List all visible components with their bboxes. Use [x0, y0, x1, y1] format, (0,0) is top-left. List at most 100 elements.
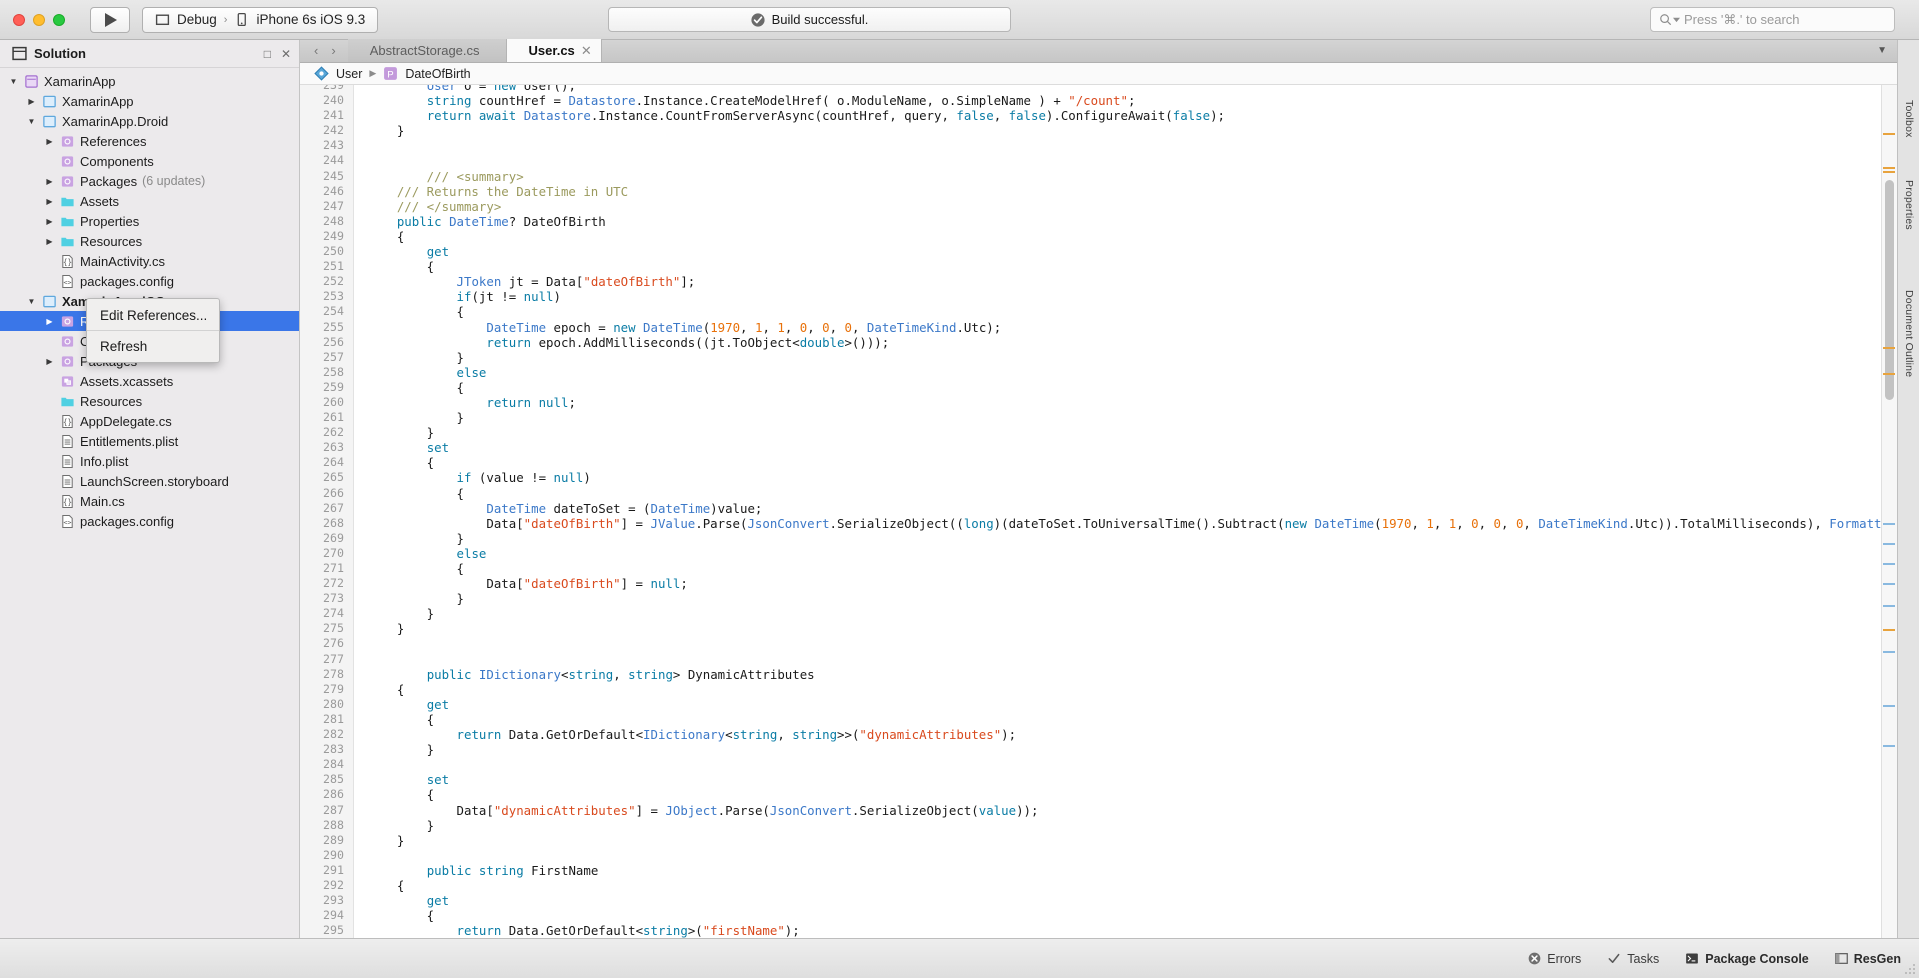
twisty-collapsed-icon[interactable]: ▶ — [44, 217, 55, 226]
twisty-collapsed-icon[interactable]: ▶ — [44, 137, 55, 146]
code-line[interactable]: 282 return Data.GetOrDefault<IDictionary… — [300, 727, 1897, 742]
tree-item-xamarinapp-droid[interactable]: ▼ XamarinApp.Droid — [0, 111, 299, 131]
code-line[interactable]: 277 — [300, 652, 1897, 667]
tree-item-packages-config[interactable]: <> packages.config — [0, 271, 299, 291]
code-line[interactable]: 241 return await Datastore.Instance.Coun… — [300, 108, 1897, 123]
tree-item-assets[interactable]: ▶ Assets — [0, 191, 299, 211]
pad-tab-toolbox[interactable]: Toolbox — [1901, 100, 1917, 138]
menu-item-refresh[interactable]: Refresh — [87, 334, 219, 358]
status-resgen[interactable]: ResGen — [1834, 952, 1901, 966]
context-menu[interactable]: Edit References... Refresh — [86, 298, 220, 363]
code-content[interactable]: 239 User o = new User(); 240 string count… — [300, 85, 1897, 938]
code-line[interactable]: 286 { — [300, 787, 1897, 802]
tree-item-launchscreen-storyboard[interactable]: LaunchScreen.storyboard — [0, 471, 299, 491]
scrollbar-thumb[interactable] — [1885, 180, 1894, 400]
tab-overflow-chevron-down-icon[interactable]: ▼ — [1877, 45, 1887, 56]
code-line[interactable]: 250 get — [300, 244, 1897, 259]
code-line[interactable]: 252 JToken jt = Data["dateOfBirth"]; — [300, 274, 1897, 289]
code-line[interactable]: 260 return null; — [300, 395, 1897, 410]
code-editor[interactable]: 239 User o = new User(); 240 string count… — [300, 85, 1897, 938]
status-tasks[interactable]: Tasks — [1607, 952, 1659, 966]
code-line[interactable]: 246 /// Returns the DateTime in UTC — [300, 184, 1897, 199]
minimize-pad-icon[interactable]: □ — [264, 47, 271, 61]
code-line[interactable]: 254 { — [300, 304, 1897, 319]
code-line[interactable]: 274 } — [300, 606, 1897, 621]
code-line[interactable]: 256 return epoch.AddMilliseconds((jt.ToO… — [300, 335, 1897, 350]
code-line[interactable]: 270 else — [300, 546, 1897, 561]
twisty-collapsed-icon[interactable]: ▶ — [44, 317, 55, 326]
tree-item-entitlements-plist[interactable]: Entitlements.plist — [0, 431, 299, 451]
pad-tab-document-outline[interactable]: Document Outline — [1901, 290, 1917, 377]
code-line[interactable]: 244 — [300, 153, 1897, 168]
code-line[interactable]: 290 — [300, 848, 1897, 863]
code-line[interactable]: 247 /// </summary> — [300, 199, 1897, 214]
code-line[interactable]: 281 { — [300, 712, 1897, 727]
code-line[interactable]: 275 } — [300, 621, 1897, 636]
zoom-window-button[interactable] — [53, 13, 65, 26]
code-line[interactable]: 248 public DateTime? DateOfBirth — [300, 214, 1897, 229]
code-line[interactable]: 273 } — [300, 591, 1897, 606]
code-line[interactable]: 240 string countHref = Datastore.Instanc… — [300, 93, 1897, 108]
code-line[interactable]: 253 if(jt != null) — [300, 289, 1897, 304]
tree-item-references[interactable]: ▶ References — [0, 131, 299, 151]
code-line[interactable]: 283 } — [300, 742, 1897, 757]
tree-item-appdelegate-cs[interactable]: {} AppDelegate.cs — [0, 411, 299, 431]
code-line[interactable]: 264 { — [300, 455, 1897, 470]
status-package-console[interactable]: Package Console — [1685, 952, 1809, 966]
nav-back-button[interactable]: ‹ — [314, 43, 318, 58]
twisty-collapsed-icon[interactable]: ▶ — [26, 97, 37, 106]
code-line[interactable]: 289 } — [300, 833, 1897, 848]
tree-item-main-cs[interactable]: {} Main.cs — [0, 491, 299, 511]
tree-item-assets-xcassets[interactable]: Assets.xcassets — [0, 371, 299, 391]
code-line[interactable]: 292 { — [300, 878, 1897, 893]
code-line[interactable]: 295 return Data.GetOrDefault<string>("fi… — [300, 923, 1897, 938]
window-resize-grip[interactable] — [1904, 963, 1916, 975]
code-line[interactable]: 276 — [300, 636, 1897, 651]
code-line[interactable]: 249 { — [300, 229, 1897, 244]
code-line[interactable]: 258 else — [300, 365, 1897, 380]
code-line[interactable]: 285 set — [300, 772, 1897, 787]
run-configuration-selector[interactable]: Debug › iPhone 6s iOS 9.3 — [142, 6, 379, 33]
code-line[interactable]: 267 DateTime dateToSet = (DateTime)value… — [300, 501, 1897, 516]
code-line[interactable]: 243 — [300, 138, 1897, 153]
code-line[interactable]: 255 DateTime epoch = new DateTime(1970, … — [300, 320, 1897, 335]
search-input[interactable]: Press '⌘.' to search — [1650, 7, 1895, 32]
tab-user[interactable]: User.cs ✕ — [506, 39, 602, 62]
code-line[interactable]: 251 { — [300, 259, 1897, 274]
tree-item-xamarinapp[interactable]: ▶ XamarinApp — [0, 91, 299, 111]
code-line[interactable]: 284 — [300, 757, 1897, 772]
code-line[interactable]: 266 { — [300, 486, 1897, 501]
code-line[interactable]: 259 { — [300, 380, 1897, 395]
tree-item-resources[interactable]: ▶ Resources — [0, 231, 299, 251]
tree-item-packages[interactable]: ▶ Packages (6 updates) — [0, 171, 299, 191]
run-button[interactable] — [90, 6, 130, 33]
twisty-expanded-icon[interactable]: ▼ — [8, 77, 19, 86]
code-line[interactable]: 239 User o = new User(); — [300, 85, 1897, 93]
twisty-collapsed-icon[interactable]: ▶ — [44, 177, 55, 186]
code-line[interactable]: 272 Data["dateOfBirth"] = null; — [300, 576, 1897, 591]
minimize-window-button[interactable] — [33, 13, 45, 26]
tab-abstractstorage[interactable]: AbstractStorage.cs — [347, 39, 507, 62]
breadcrumb-member-label[interactable]: DateOfBirth — [405, 67, 470, 81]
tree-item-xamarinapp[interactable]: ▼ XamarinApp — [0, 71, 299, 91]
code-line[interactable]: 294 { — [300, 908, 1897, 923]
close-window-button[interactable] — [13, 13, 25, 26]
tree-item-properties[interactable]: ▶ Properties — [0, 211, 299, 231]
breadcrumb[interactable]: User ▶ P DateOfBirth — [300, 63, 1897, 85]
editor-scrollbar[interactable] — [1881, 85, 1897, 938]
code-line[interactable]: 245 /// <summary> — [300, 169, 1897, 184]
tree-item-resources[interactable]: Resources — [0, 391, 299, 411]
code-line[interactable]: 287 Data["dynamicAttributes"] = JObject.… — [300, 803, 1897, 818]
code-line[interactable]: 271 { — [300, 561, 1897, 576]
twisty-expanded-icon[interactable]: ▼ — [26, 297, 37, 306]
status-errors[interactable]: Errors — [1528, 952, 1581, 966]
code-line[interactable]: 263 set — [300, 440, 1897, 455]
code-line[interactable]: 279 { — [300, 682, 1897, 697]
code-line[interactable]: 262 } — [300, 425, 1897, 440]
code-line[interactable]: 261 } — [300, 410, 1897, 425]
twisty-collapsed-icon[interactable]: ▶ — [44, 237, 55, 246]
code-line[interactable]: 278 public IDictionary<string, string> D… — [300, 667, 1897, 682]
code-line[interactable]: 293 get — [300, 893, 1897, 908]
twisty-collapsed-icon[interactable]: ▶ — [44, 357, 55, 366]
close-pad-icon[interactable]: ✕ — [281, 47, 291, 61]
